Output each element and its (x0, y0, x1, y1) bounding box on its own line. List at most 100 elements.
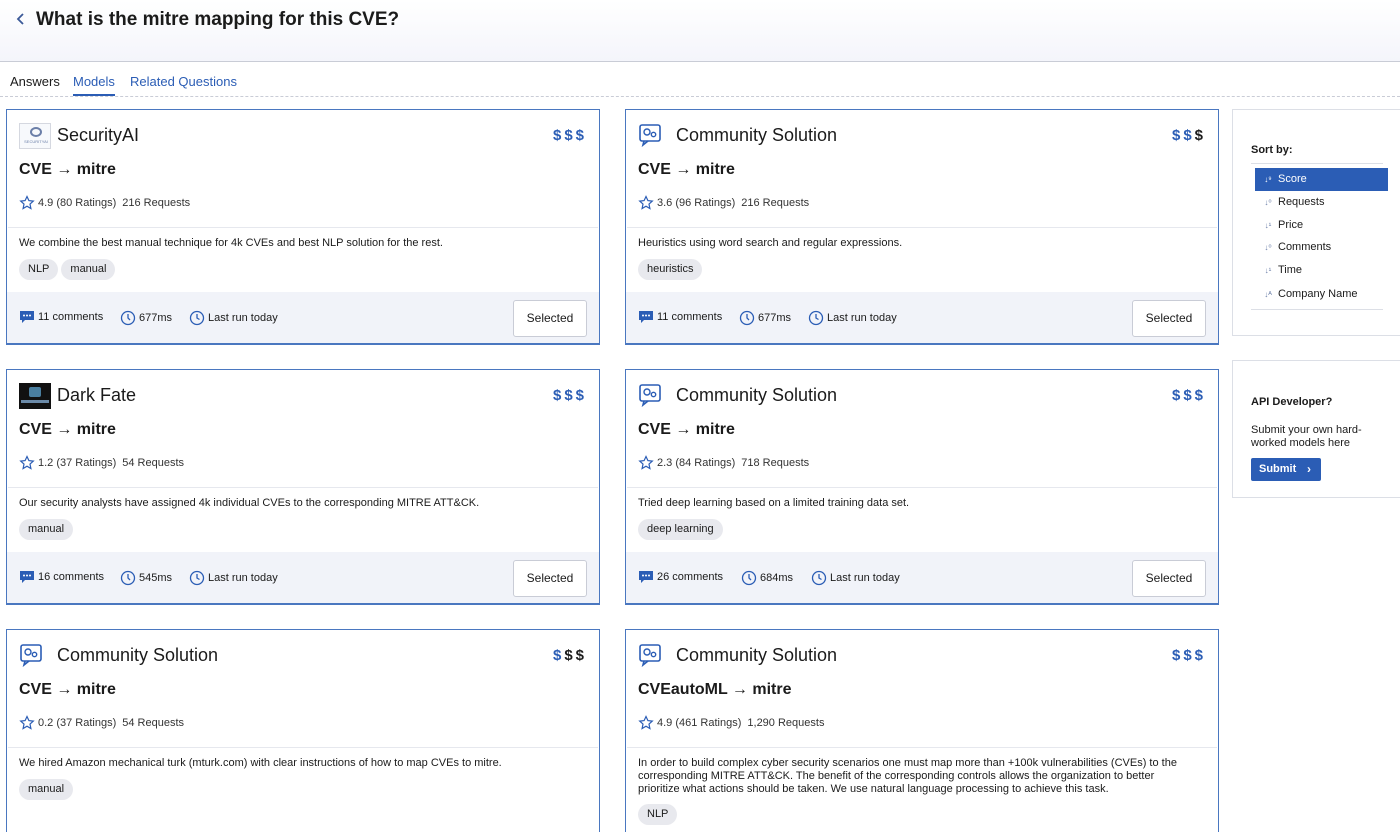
mapping-title: CVE → mitre (638, 161, 735, 178)
card-footer: 16 comments 545ms Last run today Selected (7, 552, 599, 604)
last-run: Last run today (811, 570, 900, 586)
sort-title: Sort by: (1251, 144, 1293, 156)
requests-count: 718 Requests (741, 457, 810, 469)
mapping-title: CVE → mitre (19, 161, 116, 178)
tag-list: heuristics (638, 259, 705, 280)
mapping-title: CVE → mitre (638, 421, 735, 438)
divider (8, 227, 598, 228)
rating-row: 3.6 (96 Ratings) 216 Requests (638, 195, 809, 213)
comment-icon (639, 311, 653, 323)
mapping-title: CVEautoML → mitre (638, 681, 792, 698)
card-footer: 11 comments 677ms Last run today Selected (7, 292, 599, 344)
sort-numeric-icon: ↓¹ (1264, 266, 1272, 275)
card-header: Community Solution $$$ (638, 382, 1206, 412)
speed-icon (741, 570, 757, 586)
requests-count: 216 Requests (122, 197, 191, 209)
selected-button[interactable]: Selected (1132, 300, 1206, 337)
comments-count[interactable]: 11 comments (19, 310, 103, 324)
community-solution-icon (638, 643, 664, 669)
community-solution-icon (638, 123, 664, 149)
sort-numeric-icon: ↓⁰ (1264, 243, 1272, 252)
rating: 2.3 (84 Ratings) (657, 457, 736, 469)
sort-option-price[interactable]: ↓¹ Price (1255, 214, 1388, 237)
rating: 1.2 (37 Ratings) (38, 457, 117, 469)
price-indicator: $$$ (552, 647, 587, 664)
selected-button[interactable]: Selected (1132, 560, 1206, 597)
comments-count[interactable]: 26 comments (638, 570, 723, 584)
model-name[interactable]: Community Solution (676, 645, 837, 666)
divider (8, 487, 598, 488)
tag[interactable]: NLP (638, 804, 678, 825)
model-card[interactable]: Community Solution $$$ CVE → mitre 0.2 (37 … (6, 629, 600, 832)
model-description: Our security analysts have assigned 4k i… (19, 497, 480, 509)
divider (627, 227, 1217, 228)
star-icon (19, 195, 35, 210)
sort-option-score[interactable]: ↓⁹ Score (1255, 168, 1388, 191)
divider (627, 487, 1217, 488)
rating: 4.9 (80 Ratings) (38, 197, 117, 209)
clock-icon (811, 570, 827, 586)
model-name[interactable]: Community Solution (57, 645, 218, 666)
model-description: Heuristics using word search and regular… (638, 237, 903, 249)
clock-icon (189, 570, 205, 586)
latency: 684ms (741, 570, 793, 586)
comments-count[interactable]: 11 comments (638, 310, 722, 324)
card-header: Community Solution $$$ (638, 122, 1206, 152)
tag-list: deep learning (638, 519, 726, 540)
selected-button[interactable]: Selected (513, 560, 587, 597)
tab-bar: Answers Models Related Questions (0, 62, 1400, 97)
requests-count: 216 Requests (741, 197, 810, 209)
tag[interactable]: deep learning (638, 519, 723, 540)
card-footer: 26 comments 684ms Last run today Selected (626, 552, 1218, 604)
tab-answers[interactable]: Answers (10, 74, 60, 94)
model-description: Tried deep learning based on a limited t… (638, 497, 910, 509)
tag[interactable]: manual (19, 779, 74, 800)
comment-icon (639, 571, 653, 583)
divider (1251, 309, 1383, 310)
tag[interactable]: heuristics (638, 259, 703, 280)
star-icon (19, 715, 35, 730)
model-name[interactable]: Dark Fate (57, 385, 136, 406)
model-name[interactable]: SecurityAI (57, 125, 139, 146)
sort-desc-icon: ↓⁹ (1264, 175, 1272, 184)
tab-related-questions[interactable]: Related Questions (130, 74, 237, 94)
chevron-left-icon[interactable] (12, 10, 30, 28)
rating-row: 1.2 (37 Ratings) 54 Requests (19, 455, 184, 473)
sort-numeric-icon: ↓⁰ (1264, 198, 1272, 207)
tag-list: manual (19, 519, 76, 540)
star-icon (638, 195, 654, 210)
api-description: Submit your own hard-worked models here (1251, 424, 1362, 449)
tab-models[interactable]: Models (73, 74, 115, 96)
sort-option-comments[interactable]: ↓⁰ Comments (1255, 236, 1388, 259)
speed-icon (120, 570, 136, 586)
model-name[interactable]: Community Solution (676, 385, 837, 406)
model-card[interactable]: Community Solution $$$ CVE → mitre 3.6 (96 … (625, 109, 1219, 345)
model-name[interactable]: Community Solution (676, 125, 837, 146)
sort-option-requests[interactable]: ↓⁰ Requests (1255, 191, 1388, 214)
model-description: In order to build complex cyber security… (638, 757, 1177, 795)
divider (1251, 163, 1383, 164)
sort-option-company-name[interactable]: ↓ᴬ Company Name (1255, 283, 1388, 306)
last-run: Last run today (189, 570, 278, 586)
selected-button[interactable]: Selected (513, 300, 587, 337)
submit-button[interactable]: Submit › (1251, 458, 1321, 481)
api-developer-panel: API Developer? Submit your own hard-work… (1232, 360, 1400, 498)
tag[interactable]: NLP (19, 259, 59, 280)
comments-count[interactable]: 16 comments (19, 570, 104, 584)
latency: 545ms (120, 570, 172, 586)
sort-option-time[interactable]: ↓¹ Time (1255, 259, 1388, 282)
tag[interactable]: manual (61, 259, 116, 280)
requests-count: 1,290 Requests (747, 717, 825, 729)
price-indicator: $$$ (1171, 127, 1206, 144)
price-indicator: $$$ (552, 127, 587, 144)
price-indicator: $$$ (1171, 647, 1206, 664)
tag[interactable]: manual (19, 519, 74, 540)
header-bar: What is the mitre mapping for this CVE? (0, 0, 1400, 62)
model-card[interactable]: Dark Fate $$$ CVE → mitre 1.2 (37 Ratings) 5… (6, 369, 600, 605)
chevron-right-icon: › (1307, 462, 1311, 476)
model-card[interactable]: SECURITYAI SecurityAI $$$ CVE → mitre 4.9 (8… (6, 109, 600, 345)
tag-list: NLP (638, 804, 680, 825)
community-solution-icon (638, 383, 664, 409)
model-card[interactable]: Community Solution $$$ CVE → mitre 2.3 (84 … (625, 369, 1219, 605)
model-card[interactable]: Community Solution $$$ CVEautoML → mitre 4.… (625, 629, 1219, 832)
